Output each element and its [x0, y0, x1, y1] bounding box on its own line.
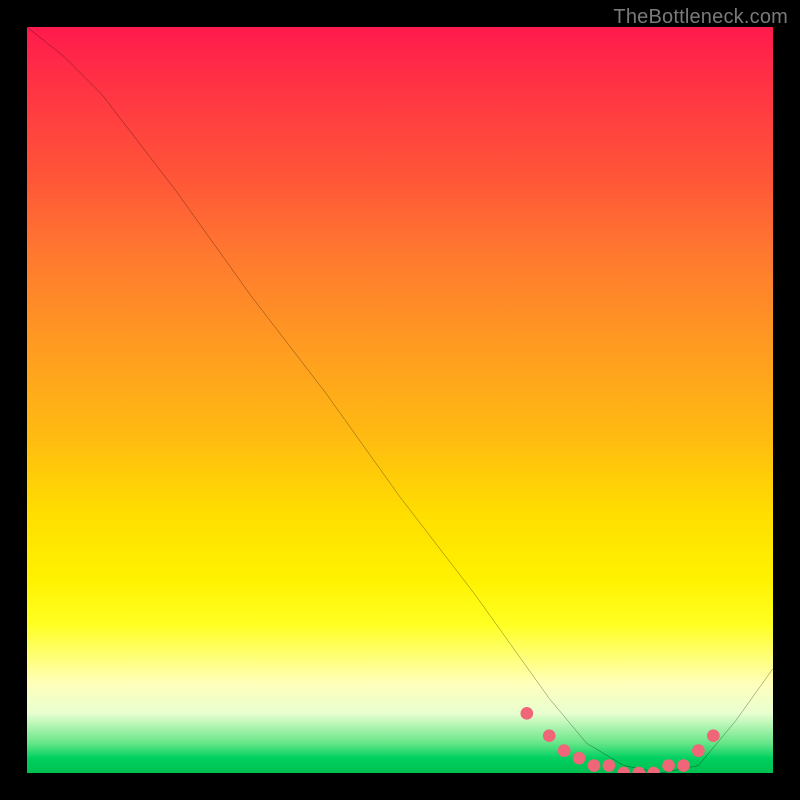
marker-dot	[520, 707, 533, 720]
chart-svg	[27, 27, 773, 773]
valley-markers	[520, 707, 719, 773]
marker-dot	[647, 767, 660, 773]
marker-dot	[662, 759, 675, 772]
chart-stage: TheBottleneck.com	[0, 0, 800, 800]
marker-dot	[603, 759, 616, 772]
attribution-text: TheBottleneck.com	[613, 6, 788, 29]
marker-dot	[558, 744, 571, 757]
marker-dot	[707, 729, 720, 742]
marker-dot	[588, 759, 601, 772]
data-curve	[27, 27, 773, 773]
marker-dot	[677, 759, 690, 772]
marker-dot	[692, 744, 705, 757]
marker-dot	[543, 729, 556, 742]
marker-dot	[573, 752, 586, 765]
plot-area	[27, 27, 773, 773]
marker-dot	[617, 767, 630, 773]
